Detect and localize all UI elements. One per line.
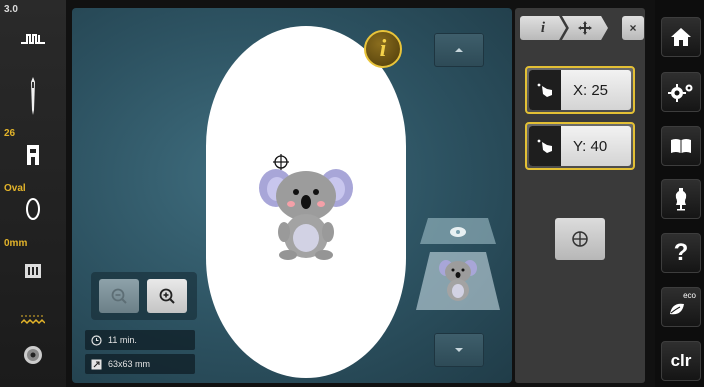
- zoom-controls: [91, 272, 197, 320]
- version-label: 3.0: [4, 4, 18, 15]
- move-x-button[interactable]: X: 25: [525, 66, 635, 114]
- info-icon: i: [379, 35, 387, 62]
- help-icon: ?: [673, 239, 689, 266]
- home-button[interactable]: [661, 17, 701, 57]
- close-tab[interactable]: ×: [622, 16, 644, 40]
- left-status-bar: 3.0 26 Oval 0mm: [0, 0, 66, 387]
- presser-foot-icon[interactable]: [20, 142, 46, 168]
- info-tab[interactable]: i: [520, 16, 566, 40]
- info-button[interactable]: i: [364, 30, 402, 68]
- zoom-out-icon: [111, 288, 127, 304]
- hand-pointer-icon: [529, 70, 561, 110]
- move-tab[interactable]: [562, 16, 608, 40]
- x-value-label: X: 25: [573, 81, 609, 99]
- stitch-time-display: 11 min.: [85, 330, 195, 350]
- zoom-in-button[interactable]: [147, 279, 187, 313]
- hoop-label: Oval: [4, 183, 26, 194]
- zoom-in-icon: [159, 288, 175, 304]
- clear-button[interactable]: clr: [661, 341, 701, 381]
- chevron-down-icon: [455, 348, 463, 352]
- design-size-display: 63x63 mm: [85, 354, 195, 374]
- oval-hoop-area[interactable]: [206, 26, 406, 378]
- tutorial-icon: [671, 139, 691, 153]
- stitch-plate-icon[interactable]: [20, 28, 46, 54]
- zoom-out-button[interactable]: [99, 279, 139, 313]
- design-size-value: 63x63 mm: [108, 359, 151, 369]
- move-y-button[interactable]: Y: 40: [525, 122, 635, 170]
- hand-pointer-icon: [529, 126, 561, 166]
- move-arrows-icon: [578, 21, 592, 35]
- center-design-button[interactable]: [555, 218, 605, 260]
- needle-icon[interactable]: [20, 76, 46, 116]
- close-icon: ×: [629, 21, 637, 35]
- move-panel: i × X: 25 Y: 40: [515, 8, 645, 383]
- help-button[interactable]: ?: [661, 233, 701, 273]
- panel-tabs: i ×: [520, 16, 644, 42]
- crosshair-icon: [273, 154, 289, 170]
- info-tab-icon: i: [540, 19, 546, 36]
- y-value-label: Y: 40: [573, 137, 608, 155]
- home-icon: [671, 28, 691, 46]
- feed-dog-icon[interactable]: [20, 258, 46, 284]
- eco-button[interactable]: eco: [661, 287, 701, 327]
- dress-form-icon: [675, 188, 687, 211]
- thread-offset-label: 0mm: [4, 238, 28, 249]
- scroll-down-button[interactable]: [434, 333, 484, 367]
- chevron-up-icon: [455, 48, 463, 52]
- stitch-time-value: 11 min.: [108, 335, 137, 345]
- center-crosshair-icon: [572, 231, 588, 247]
- design-overview-thumbnail[interactable]: [416, 214, 500, 314]
- setup-icon: [668, 84, 693, 102]
- embroidery-canvas[interactable]: i 11 min. 63x63 mm: [72, 8, 512, 383]
- oval-hoop-icon[interactable]: [20, 196, 46, 222]
- tutorial-button[interactable]: [661, 126, 701, 166]
- stitch-pattern-icon[interactable]: [20, 306, 46, 332]
- eco-label: eco: [683, 291, 696, 300]
- consultant-button[interactable]: [661, 179, 701, 219]
- clock-icon: [88, 334, 104, 346]
- presser-foot-number: 26: [4, 128, 16, 139]
- bobbin-icon[interactable]: [20, 342, 46, 368]
- clear-label: clr: [670, 351, 692, 370]
- resize-icon: [88, 359, 104, 370]
- setup-button[interactable]: [661, 72, 701, 112]
- scroll-up-button[interactable]: [434, 33, 484, 67]
- right-sidebar: ? eco clr: [655, 0, 704, 387]
